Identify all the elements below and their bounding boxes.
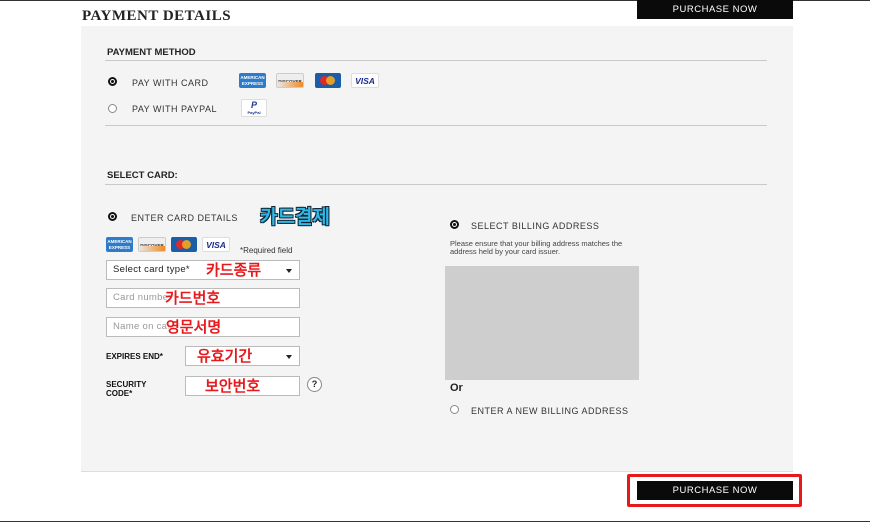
- card-payment-annotation: 카드결제: [260, 206, 330, 228]
- select-card-divider: [105, 184, 767, 185]
- mastercard-card-icon: [315, 73, 341, 88]
- amex-card-icon: AMERICAN EXPRESS: [106, 237, 133, 252]
- payment-method-heading: PAYMENT METHOD: [107, 47, 196, 58]
- expiry-annotation: 유효기간: [197, 347, 253, 365]
- page-title: PAYMENT DETAILS: [82, 8, 232, 24]
- pay-with-paypal-radio[interactable]: [108, 104, 117, 113]
- card-number-annotation: 카드번호: [165, 289, 221, 307]
- select-billing-address-radio[interactable]: [450, 220, 459, 229]
- security-label-line1: SECURITY: [106, 380, 147, 389]
- visa-card-icon: VISA: [202, 237, 230, 252]
- amex-card-icon: AMERICAN EXPRESS: [239, 73, 266, 88]
- pay-with-paypal-label[interactable]: PAY WITH PAYPAL: [132, 104, 217, 114]
- security-label-line2: CODE*: [106, 389, 133, 398]
- enter-card-details-radio[interactable]: [108, 212, 117, 221]
- paypal-icon: PayPal: [241, 99, 267, 117]
- security-code-annotation: 보안번호: [205, 377, 261, 395]
- new-billing-address-label[interactable]: ENTER A NEW BILLING ADDRESS: [471, 406, 629, 416]
- select-billing-address-label[interactable]: SELECT BILLING ADDRESS: [471, 221, 599, 231]
- payment-method-bottom-divider: [105, 125, 767, 126]
- bottom-divider: [0, 521, 870, 522]
- or-label: Or: [450, 382, 463, 394]
- highlight-box: [627, 474, 802, 507]
- required-field-note: *Required field: [240, 246, 293, 255]
- enter-card-details-label[interactable]: ENTER CARD DETAILS: [131, 213, 238, 223]
- discover-card-icon: DISCOVER: [138, 237, 166, 252]
- discover-card-icon: DISCOVER: [276, 73, 304, 88]
- pay-with-card-label[interactable]: PAY WITH CARD: [132, 78, 209, 88]
- pay-with-card-radio[interactable]: [108, 77, 117, 86]
- security-code-label: SECURITY CODE*: [106, 380, 146, 398]
- card-type-annotation: 카드종류: [206, 261, 262, 279]
- card-type-select[interactable]: Select card type*: [106, 260, 300, 280]
- payment-method-divider: [105, 60, 767, 61]
- visa-card-icon: VISA: [351, 73, 379, 88]
- chevron-down-icon: [286, 269, 292, 273]
- card-type-value: Select card type*: [113, 264, 190, 275]
- purchase-now-top-button[interactable]: PURCHASE NOW: [637, 0, 793, 19]
- mastercard-card-icon: [171, 237, 197, 252]
- english-name-annotation: 영문서명: [166, 318, 222, 336]
- chevron-down-icon: [286, 355, 292, 359]
- expires-end-label: EXPIRES END*: [106, 352, 163, 361]
- help-icon[interactable]: ?: [307, 377, 322, 392]
- select-card-heading: SELECT CARD:: [107, 170, 178, 181]
- billing-notice: Please ensure that your billing address …: [450, 239, 623, 256]
- new-billing-address-radio[interactable]: [450, 405, 459, 414]
- billing-address-box: [445, 266, 639, 380]
